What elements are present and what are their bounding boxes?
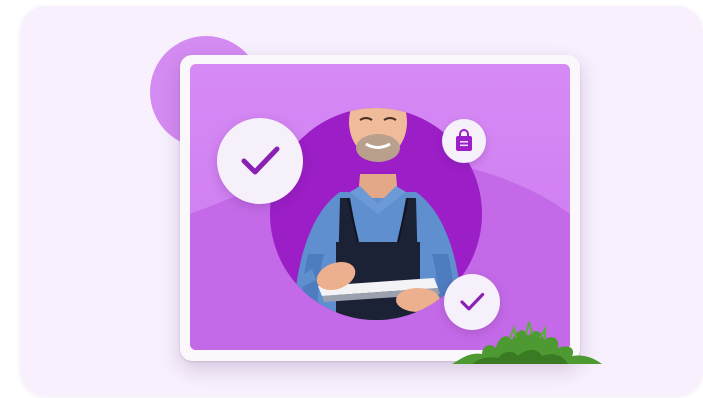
grass-decoration <box>452 321 602 364</box>
check-badge-large <box>217 118 303 204</box>
shopkeeper-illustration <box>190 64 570 350</box>
check-icon <box>460 292 485 311</box>
shopping-bag-icon <box>456 129 472 151</box>
shopping-bag-badge <box>442 119 486 163</box>
tablet-screen <box>190 64 570 350</box>
check-icon <box>241 146 280 175</box>
